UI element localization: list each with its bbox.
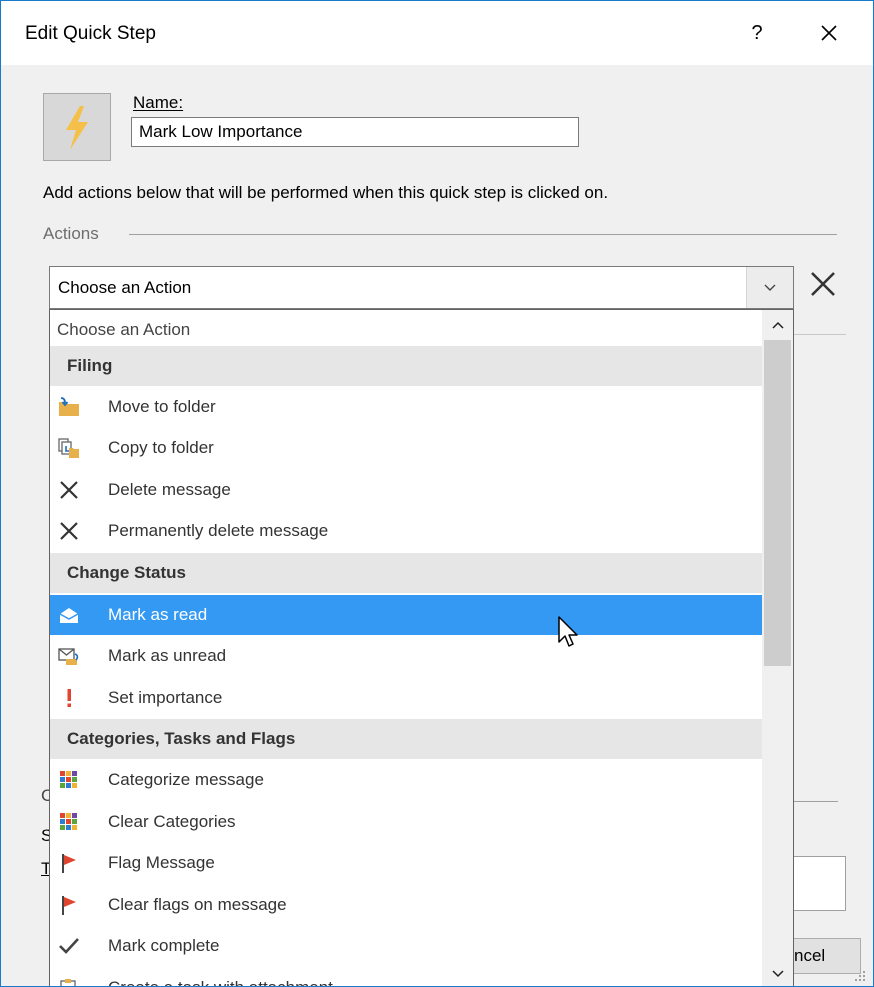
list-item-mark-as-read[interactable]: Mark as read — [50, 595, 762, 635]
list-item-label: Set importance — [108, 688, 223, 707]
categorize-icon — [60, 771, 77, 788]
flag-icon — [62, 854, 76, 873]
list-item-mark-complete[interactable]: Mark complete — [50, 926, 762, 966]
scroll-thumb[interactable] — [764, 340, 791, 666]
name-input[interactable]: Mark Low Importance — [131, 117, 579, 147]
list-item-label: Mark complete — [108, 936, 220, 955]
chevron-down-icon — [771, 970, 784, 978]
chevron-down-icon — [764, 284, 776, 291]
checkmark-icon — [59, 938, 79, 954]
combobox-dropdown-button[interactable] — [746, 267, 793, 308]
group-header-filing: Filing — [50, 346, 762, 386]
list-item-label: Flag Message — [108, 853, 215, 872]
list-item-choose-action[interactable]: Choose an Action — [50, 310, 762, 350]
group-header-categories: Categories, Tasks and Flags — [50, 719, 762, 759]
list-item-label: Categorize message — [108, 770, 264, 789]
list-item-create-task-attachment[interactable]: Create a task with attachment — [50, 968, 762, 986]
action-dropdown-list: Choose an Action Filing Move to folder C… — [49, 309, 794, 986]
scroll-up-button[interactable] — [762, 310, 793, 340]
close-icon — [821, 25, 837, 41]
edit-quick-step-dialog: Edit Quick Step ? Name: Mark Low Importa… — [0, 0, 874, 987]
close-button[interactable] — [805, 13, 853, 53]
scroll-down-button[interactable] — [762, 960, 793, 986]
dialog-title: Edit Quick Step — [25, 23, 156, 44]
delete-action-icon — [811, 272, 835, 296]
background-divider — [794, 334, 846, 335]
group-header-label: Filing — [67, 356, 113, 375]
list-item-label: Mark as unread — [108, 646, 227, 665]
open-envelope-icon — [59, 608, 79, 623]
list-item-label: Move to folder — [108, 397, 216, 416]
name-label: Name: — [133, 93, 184, 112]
clear-categories-icon — [60, 813, 77, 830]
task-attachment-icon — [60, 979, 76, 986]
help-button[interactable]: ? — [733, 13, 781, 53]
list-item-permanently-delete[interactable]: Permanently delete message — [50, 511, 762, 551]
group-header-label: Categories, Tasks and Flags — [67, 729, 296, 748]
group-header-label: Change Status — [67, 563, 187, 582]
list-item-label: Clear Categories — [108, 812, 236, 831]
group-header-change-status: Change Status — [50, 553, 762, 593]
action-combobox-value: Choose an Action — [58, 278, 192, 297]
importance-icon — [67, 689, 71, 707]
actions-description: Add actions below that will be performed… — [43, 183, 609, 202]
permanent-delete-icon — [60, 522, 78, 540]
clear-flag-icon — [62, 896, 76, 915]
background-field — [794, 856, 846, 911]
list-item-clear-categories[interactable]: Clear Categories — [50, 802, 762, 842]
list-item-label: Create a task with attachment — [108, 978, 333, 986]
lightning-icon — [66, 106, 88, 150]
list-item-label: Choose an Action — [57, 320, 191, 339]
list-item-move-to-folder[interactable]: Move to folder — [50, 387, 762, 427]
background-divider — [794, 801, 838, 802]
list-item-copy-to-folder[interactable]: Copy to folder — [50, 428, 762, 468]
delete-icon — [60, 481, 78, 499]
actions-divider — [129, 234, 837, 235]
list-item-label: Clear flags on message — [108, 895, 287, 914]
copy-to-folder-icon — [58, 438, 79, 458]
list-item-label: Permanently delete message — [108, 521, 329, 540]
quick-step-icon-button[interactable] — [43, 93, 111, 161]
actions-group-label: Actions — [43, 224, 99, 243]
remove-action-button[interactable] — [807, 267, 839, 301]
move-to-folder-icon — [59, 397, 79, 416]
list-item-clear-flags[interactable]: Clear flags on message — [50, 885, 762, 925]
list-item-label: Copy to folder — [108, 438, 214, 457]
list-item-label: Delete message — [108, 480, 231, 499]
unread-envelope-icon — [58, 648, 79, 665]
action-combobox[interactable]: Choose an Action — [49, 266, 794, 309]
list-item-label: Mark as read — [108, 605, 208, 624]
list-item-set-importance[interactable]: Set importance — [50, 678, 762, 718]
list-item-mark-as-unread[interactable]: Mark as unread — [50, 636, 762, 676]
dropdown-scrollbar[interactable] — [762, 310, 793, 986]
chevron-up-icon — [771, 321, 784, 329]
list-item-flag-message[interactable]: Flag Message — [50, 843, 762, 883]
title-bar: Edit Quick Step ? — [1, 1, 873, 65]
mouse-pointer-icon — [558, 616, 578, 647]
list-item-categorize[interactable]: Categorize message — [50, 760, 762, 800]
resize-grip-icon[interactable] — [853, 969, 867, 983]
list-item-delete-message[interactable]: Delete message — [50, 470, 762, 510]
